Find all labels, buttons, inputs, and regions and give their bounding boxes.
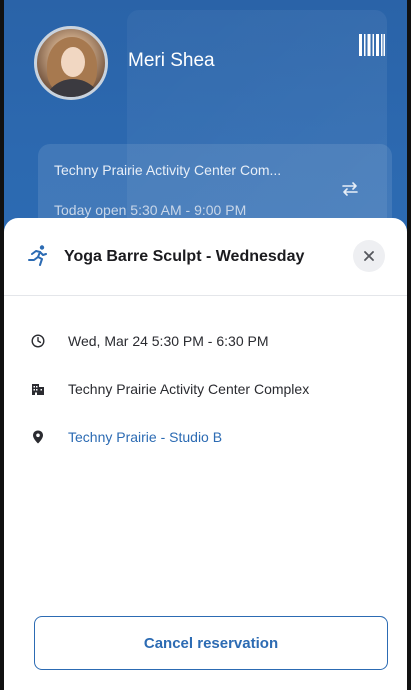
clock-icon: [30, 333, 46, 349]
avatar[interactable]: [34, 26, 108, 100]
facility-hours: Today open 5:30 AM - 9:00 PM: [54, 202, 247, 218]
barcode-icon[interactable]: [359, 34, 385, 56]
location-row[interactable]: Techny Prairie - Studio B: [30, 426, 222, 448]
sheet-header: Yoga Barre Sculpt - Wednesday: [4, 218, 407, 296]
facility-text: Techny Prairie Activity Center Complex: [68, 381, 310, 397]
location-link[interactable]: Techny Prairie - Studio B: [68, 429, 222, 445]
building-icon: [30, 381, 46, 397]
user-name: Meri Shea: [128, 50, 215, 71]
swap-icon[interactable]: [340, 180, 360, 198]
class-details-sheet: Yoga Barre Sculpt - Wednesday Wed, Mar 2…: [4, 218, 407, 690]
running-person-icon: [28, 245, 47, 266]
datetime-row: Wed, Mar 24 5:30 PM - 6:30 PM: [30, 330, 269, 352]
location-pin-icon: [30, 429, 46, 445]
datetime-text: Wed, Mar 24 5:30 PM - 6:30 PM: [68, 333, 269, 349]
class-title: Yoga Barre Sculpt - Wednesday: [64, 248, 305, 265]
close-icon: [364, 251, 374, 261]
facility-row: Techny Prairie Activity Center Complex: [30, 378, 309, 400]
facility-name: Techny Prairie Activity Center Com...: [54, 162, 282, 178]
close-button[interactable]: [353, 240, 385, 272]
app-screen: Meri Shea Techny Prairie Activity Center…: [0, 0, 411, 690]
cancel-reservation-button[interactable]: Cancel reservation: [34, 616, 388, 670]
